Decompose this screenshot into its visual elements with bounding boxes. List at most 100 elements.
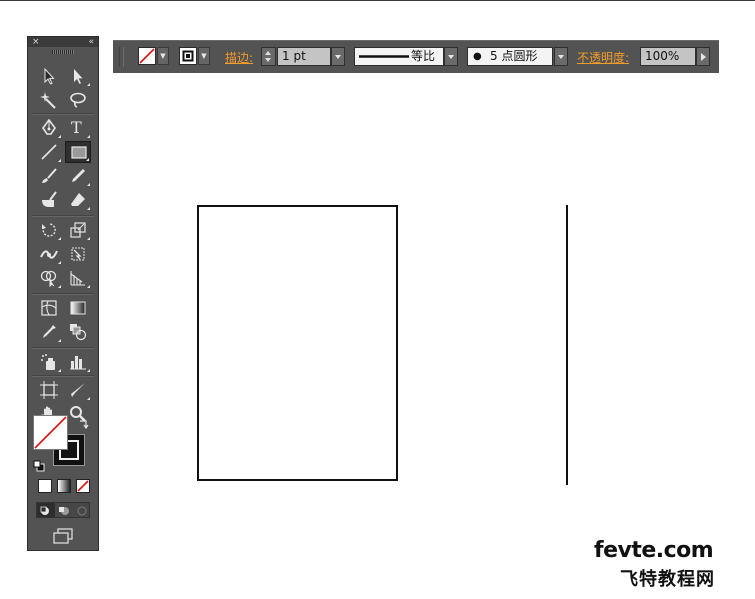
collapse-icon[interactable]: « [88, 37, 94, 47]
eyedropper-tool[interactable] [36, 321, 62, 343]
stroke-square-icon [182, 50, 194, 62]
uniform-line-icon [359, 55, 409, 58]
rotate-icon [42, 223, 56, 237]
blob-brush-icon [42, 191, 57, 207]
magic-wand-icon [40, 92, 56, 109]
type-t-icon: T [71, 118, 82, 137]
line-segment-icon [41, 144, 57, 160]
free-transform-tool[interactable] [65, 243, 91, 265]
tools-panel-header: × « [28, 37, 98, 47]
gradient-mode-button[interactable] [57, 479, 71, 493]
scale-tool[interactable] [65, 219, 91, 241]
width-icon [40, 250, 58, 259]
blend-tool[interactable] [65, 321, 91, 343]
window-top-edge [0, 0, 755, 1]
eraser-tool[interactable] [65, 189, 91, 211]
stroke-weight-dropdown[interactable] [331, 47, 345, 66]
brush-definition-dropdown[interactable] [554, 47, 568, 66]
color-mode-button[interactable] [38, 479, 52, 493]
tools-separator [32, 375, 94, 377]
selection-arrow-icon [44, 67, 55, 85]
fill-swatch[interactable] [138, 47, 156, 65]
gradient-tool[interactable] [65, 297, 91, 319]
tools-separator [32, 347, 94, 349]
gradient-icon [70, 301, 86, 315]
none-slash-icon [34, 416, 67, 449]
fill-dropdown-button[interactable]: ▼ [157, 47, 169, 65]
paintbrush-tool[interactable] [36, 165, 62, 187]
opacity-slider-button[interactable] [696, 47, 710, 66]
slice-knife-icon [71, 383, 85, 397]
free-transform-icon [71, 247, 85, 261]
magic-wand-tool[interactable] [36, 89, 62, 111]
vertical-line-shape[interactable] [566, 205, 568, 485]
scale-icon [70, 222, 86, 238]
swap-fill-stroke-icon[interactable] [78, 415, 90, 430]
watermark-site-name: 飞特教程网 [620, 569, 715, 590]
eraser-icon [71, 193, 85, 206]
draw-behind-button[interactable] [55, 503, 73, 517]
brush-definition-label: 5 点圆形 [490, 49, 538, 63]
none-slash-icon [77, 480, 89, 492]
stroke-profile-dropdown[interactable] [444, 47, 458, 66]
shape-builder-tool[interactable] [36, 267, 62, 289]
opacity-field[interactable]: 100% [640, 47, 696, 66]
opacity-label[interactable]: 不透明度: [577, 49, 629, 66]
mesh-tool[interactable] [36, 297, 62, 319]
artboard-tool[interactable] [36, 379, 62, 401]
symbol-sprayer-icon [41, 354, 55, 370]
rectangle-tool[interactable] [65, 141, 91, 163]
none-mode-button[interactable] [76, 479, 90, 493]
slice-tool[interactable] [65, 379, 91, 401]
stroke-weight-field[interactable]: 1 pt [277, 47, 331, 66]
lasso-tool[interactable] [65, 89, 91, 111]
width-tool[interactable] [36, 243, 62, 265]
rectangle-shape[interactable] [197, 205, 398, 481]
stroke-label[interactable]: 描边: [225, 49, 253, 66]
default-fill-stroke-icon[interactable] [33, 457, 45, 472]
lasso-icon [70, 92, 86, 108]
shape-builder-icon [40, 270, 57, 287]
pencil-icon [72, 169, 85, 182]
blob-brush-tool[interactable] [36, 189, 62, 211]
draw-inside-button[interactable] [73, 503, 91, 517]
draw-normal-button[interactable] [37, 503, 55, 517]
control-bar: ▼ ▼ 描边: 1 pt 等比 ● 5 点圆形 不透明度: 100% [113, 40, 719, 73]
fill-color-swatch[interactable] [33, 415, 68, 450]
close-icon[interactable]: × [32, 37, 40, 47]
screen-mode-icon [53, 528, 73, 544]
watermark-domain: fevte.com [594, 538, 714, 563]
direct-selection-tool[interactable] [65, 65, 91, 87]
eyedropper-icon [43, 325, 56, 338]
paintbrush-icon [42, 168, 57, 183]
stroke-swatch[interactable] [179, 47, 197, 65]
stroke-dropdown-button[interactable]: ▼ [198, 47, 210, 65]
stroke-weight-stepper[interactable] [261, 47, 276, 66]
pencil-tool[interactable] [65, 165, 91, 187]
tools-panel: × « T [27, 36, 99, 551]
line-segment-tool[interactable] [36, 141, 62, 163]
tools-panel-grip[interactable] [52, 50, 74, 54]
stroke-profile-label: 等比 [411, 49, 436, 63]
stroke-profile-field[interactable]: 等比 [354, 47, 444, 66]
tools-separator [32, 113, 94, 115]
pen-nib-icon [42, 119, 56, 135]
none-slash-icon [139, 48, 155, 64]
control-bar-grip[interactable] [119, 47, 124, 67]
tools-separator [32, 293, 94, 295]
screen-mode-button[interactable] [52, 528, 74, 544]
type-tool[interactable]: T [65, 117, 91, 139]
artboard-icon [40, 381, 58, 399]
round-brush-dot-icon: ● [473, 51, 482, 62]
brush-definition-field[interactable]: ● 5 点圆形 [467, 47, 553, 66]
perspective-grid-tool[interactable] [65, 267, 91, 289]
direct-selection-arrow-icon [74, 69, 83, 84]
rotate-tool[interactable] [36, 219, 62, 241]
symbol-sprayer-tool[interactable] [36, 351, 62, 373]
selection-tool[interactable] [36, 65, 62, 87]
pen-tool[interactable] [36, 117, 62, 139]
tools-separator [32, 215, 94, 217]
column-graph-icon [70, 356, 86, 370]
column-graph-tool[interactable] [65, 351, 91, 373]
draw-mode-group [36, 502, 90, 518]
